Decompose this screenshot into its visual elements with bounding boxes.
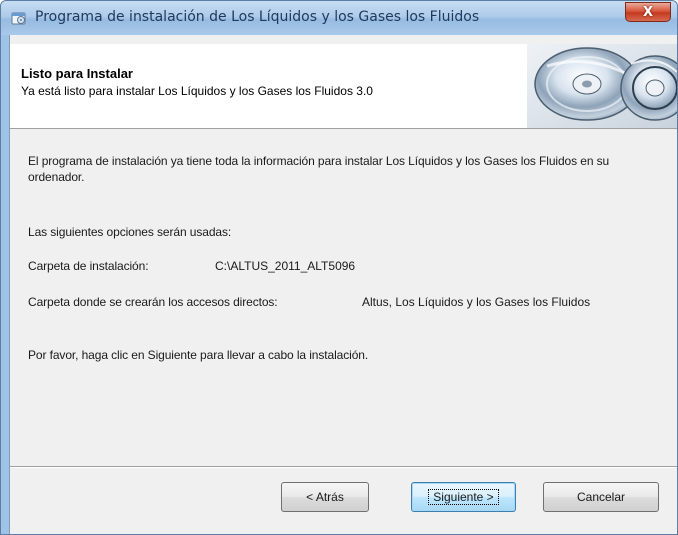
back-button-label: < Atrás	[306, 490, 344, 504]
page-subtitle: Ya está listo para instalar Los Líquidos…	[21, 84, 373, 98]
install-folder-value: C:\ALTUS_2011_ALT5096	[215, 259, 356, 273]
next-button[interactable]: Siguiente >	[411, 482, 516, 512]
title-bar[interactable]: Programa de instalación de Los Líquidos …	[1, 1, 677, 35]
intro-text: El programa de instalación ya tiene toda…	[28, 154, 610, 184]
cancel-button-label: Cancelar	[576, 490, 626, 504]
options-heading: Las siguientes opciones serán usadas:	[28, 225, 232, 239]
button-separator	[10, 466, 677, 468]
next-button-label: Siguiente >	[428, 489, 499, 505]
cd-disc-icon	[527, 44, 677, 128]
shortcuts-folder-value: Altus, Los Líquidos y los Gases los Flui…	[362, 295, 591, 309]
instruction-text: Por favor, haga clic en Siguiente para l…	[28, 348, 369, 362]
cancel-button[interactable]: Cancelar	[543, 482, 659, 512]
install-folder-label: Carpeta de instalación:	[28, 259, 149, 273]
installer-window: Programa de instalación de Los Líquidos …	[0, 0, 678, 535]
page-title: Listo para Instalar	[21, 66, 133, 81]
close-button[interactable]: X	[625, 2, 671, 22]
installer-icon	[11, 10, 27, 26]
window-title: Programa de instalación de Los Líquidos …	[35, 9, 480, 25]
shortcuts-folder-label: Carpeta donde se crearán los accesos dir…	[28, 295, 278, 309]
back-button[interactable]: < Atrás	[281, 482, 369, 512]
dialog-client-area: Listo para Instalar Ya está listo para i…	[9, 35, 677, 534]
wizard-header: Listo para Instalar Ya está listo para i…	[10, 44, 677, 129]
close-icon: X	[642, 4, 654, 20]
